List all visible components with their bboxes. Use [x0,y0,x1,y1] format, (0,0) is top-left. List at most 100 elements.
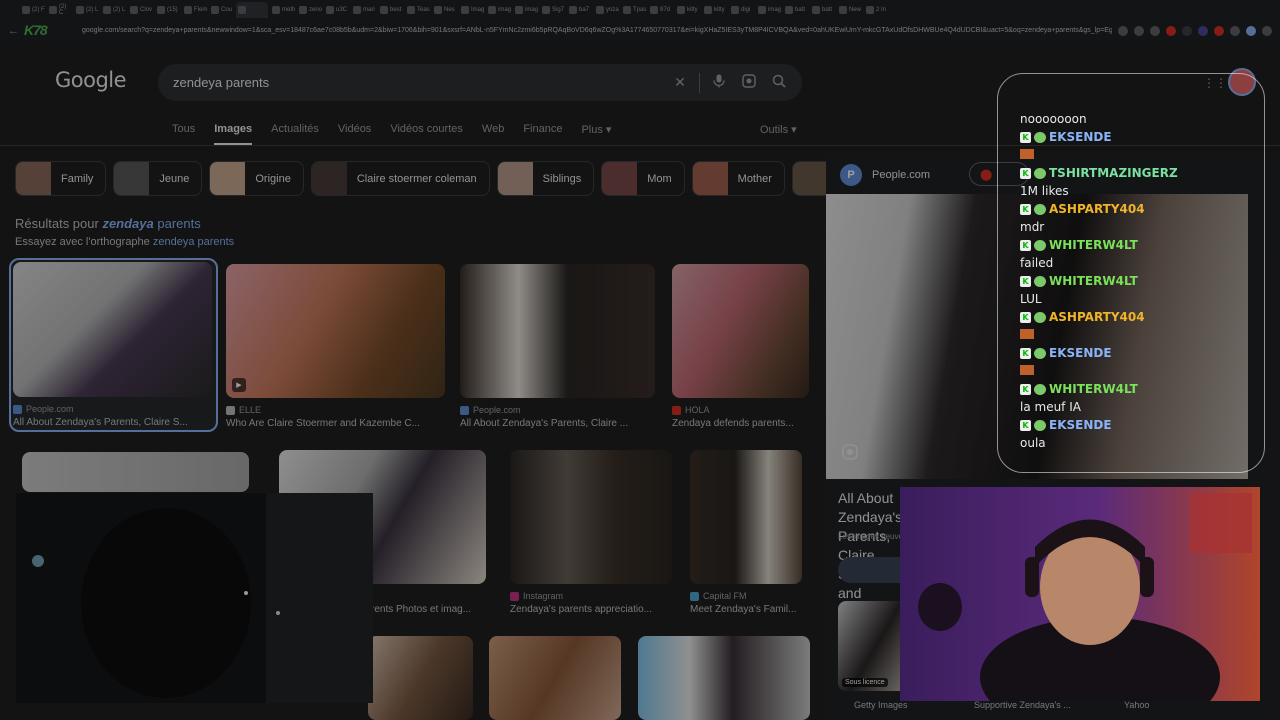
results-for-query-bold[interactable]: zendaya [102,216,153,231]
search-tab[interactable]: Vidéos courtes [390,123,463,146]
related-caption[interactable]: Yahoo [1124,700,1149,710]
search-box[interactable]: ✕ [158,64,802,101]
browser-tab[interactable]: Imag [459,2,484,18]
zoom-icon[interactable] [1118,26,1128,36]
image-result[interactable] [22,452,250,492]
result-caption[interactable]: Meet Zendaya's Famil... [690,604,803,615]
result-thumbnail[interactable] [672,264,809,398]
extension-icon[interactable] [1182,26,1192,36]
browser-tab[interactable]: Nes [432,2,457,18]
extension-icon[interactable] [1230,26,1240,36]
browser-tab[interactable]: batt [783,2,808,18]
filter-chip[interactable]: Mom [601,161,685,196]
browser-tab[interactable]: Cou [209,2,234,18]
result-caption[interactable]: Zendaya defends parents... [672,418,810,429]
browser-tab[interactable]: imag [756,2,781,18]
url-bar[interactable]: google.com/search?q=zendeya+parents&neww… [76,23,1112,39]
browser-tab[interactable]: batt [810,2,835,18]
browser-tab[interactable]: Flem [182,2,207,18]
image-result[interactable] [489,636,622,720]
result-thumbnail[interactable] [22,452,249,492]
image-result[interactable]: People.com All About Zendaya's Parents, … [460,264,656,429]
browser-tab[interactable]: (2) L [74,2,99,18]
browser-tab[interactable]: Teas [405,2,430,18]
browser-tab[interactable]: 2 In [864,2,889,18]
image-result[interactable]: ▶ ELLE Who Are Claire Stoermer and Kazem… [226,264,446,429]
star-icon[interactable] [1150,26,1160,36]
browser-tab[interactable]: (2) L [101,2,126,18]
lens-icon[interactable] [734,74,764,91]
search-tab[interactable]: Actualités [271,123,319,146]
image-result[interactable]: Instagram Zendaya's parents appreciatio.… [510,450,673,615]
result-caption[interactable]: All About Zendaya's Parents, Claire ... [460,418,656,429]
result-thumbnail[interactable] [510,450,672,584]
search-tab[interactable]: Plus ▾ [581,123,611,146]
search-tab[interactable]: Images [214,123,253,146]
menu-icon[interactable] [1262,26,1272,36]
browser-tab[interactable]: u3C [324,2,349,18]
image-result[interactable]: Capital FM Meet Zendaya's Famil... [690,450,803,615]
share-icon[interactable] [1134,26,1144,36]
back-arrow-icon[interactable]: ← [8,25,22,37]
lens-icon[interactable] [842,444,862,464]
preview-source-label[interactable]: People.com [872,169,930,181]
filter-chip[interactable]: Mother [691,161,785,196]
browser-tab[interactable]: ba7 [567,2,592,18]
result-thumbnail[interactable] [460,264,655,398]
search-tab[interactable]: Tous [172,123,195,146]
image-result[interactable] [638,636,811,720]
result-caption[interactable]: All About Zendaya's Parents, Claire S... [13,417,214,428]
tools-menu[interactable]: Outils ▾ [760,123,797,136]
image-result[interactable]: People.com All About Zendaya's Parents, … [9,258,218,432]
result-thumbnail[interactable] [638,636,810,720]
clear-icon[interactable]: ✕ [665,74,695,91]
browser-tab[interactable]: meth [270,2,295,18]
browser-tab[interactable]: zeno [297,2,322,18]
browser-tab[interactable]: Clov [128,2,153,18]
image-result[interactable]: HOLA Zendaya defends parents... [672,264,810,429]
search-tab[interactable]: Finance [523,123,562,146]
result-thumbnail[interactable]: ▶ [226,264,445,398]
microphone-icon[interactable] [704,74,734,91]
filter-chip[interactable]: Siblings [496,161,595,196]
browser-tab[interactable]: best [378,2,403,18]
result-caption[interactable]: Zendaya's parents appreciatio... [510,604,673,615]
google-logo[interactable]: Google [55,68,127,92]
related-caption[interactable]: Supportive Zendaya's ... [974,700,1071,710]
search-input[interactable] [173,75,665,90]
result-thumbnail[interactable] [690,450,802,584]
result-caption[interactable]: Who Are Claire Stoermer and Kazembe C... [226,418,446,429]
search-tab[interactable]: Vidéos [338,123,371,146]
browser-tab[interactable]: digi [729,2,754,18]
filter-chip[interactable]: Family [15,161,107,196]
results-for-query-rest[interactable]: parents [154,216,200,231]
browser-tab[interactable]: (2) C [47,2,72,18]
image-result[interactable] [368,636,474,720]
extension-icon[interactable] [1166,26,1176,36]
browser-tab[interactable]: Tpas [621,2,646,18]
search-tab[interactable]: Web [482,123,504,146]
preview-source[interactable]: P People.com [840,164,930,186]
profile-icon[interactable] [1246,26,1256,36]
extension-icon[interactable] [1214,26,1224,36]
related-caption[interactable]: Getty Images [854,700,908,710]
browser-tab[interactable]: kitty [702,2,727,18]
filter-chip[interactable]: Jeune [113,161,203,196]
result-thumbnail[interactable] [13,262,212,397]
browser-tab[interactable]: imag [486,2,511,18]
browser-tab[interactable]: 87d [648,2,673,18]
browser-tab[interactable]: (2) F [20,2,45,18]
search-icon[interactable] [764,74,794,91]
filter-chip[interactable]: Origine [209,161,304,196]
spelling-link[interactable]: zendeya parents [153,236,234,248]
browser-tab[interactable]: (15) [155,2,180,18]
browser-tab[interactable] [236,2,268,18]
browser-tab[interactable]: Sig7 [540,2,565,18]
browser-tab[interactable]: mari [351,2,376,18]
browser-tab[interactable]: yoza [594,2,619,18]
browser-tab[interactable]: imag [513,2,538,18]
filter-chip[interactable]: Claire stoermer coleman [310,161,490,196]
extension-icon[interactable] [1198,26,1208,36]
result-thumbnail[interactable] [489,636,621,720]
result-thumbnail[interactable] [368,636,473,720]
